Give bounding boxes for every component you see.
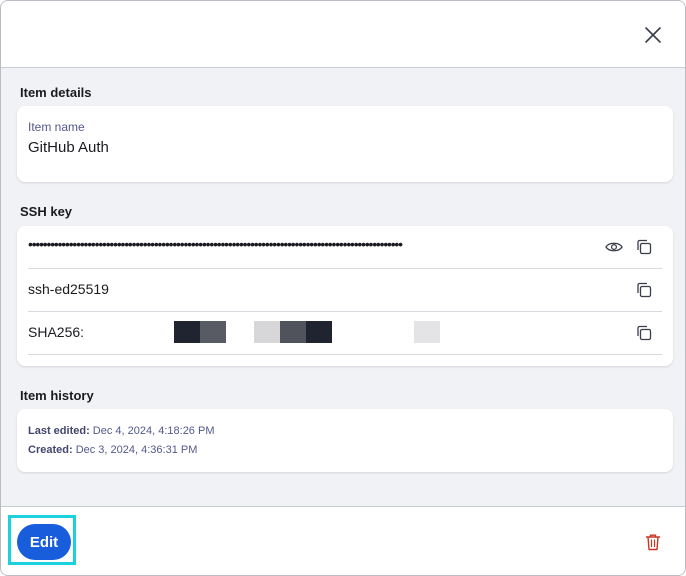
created-label: Created: <box>28 444 73 456</box>
item-name-value[interactable]: GitHub Auth <box>28 139 109 156</box>
copy-private-key-button[interactable] <box>634 237 654 257</box>
ssh-key-card: ••••••••••••••••••••••••••••••••••••••••… <box>17 226 673 366</box>
last-edited-line: Last edited: Dec 4, 2024, 4:18:26 PM <box>28 425 214 437</box>
item-details-title: Item details <box>20 85 92 100</box>
private-key-masked[interactable]: ••••••••••••••••••••••••••••••••••••••••… <box>28 236 600 252</box>
copy-icon <box>637 325 652 341</box>
key-type-row: ssh-ed25519 <box>28 269 662 312</box>
dialog-footer: Edit <box>1 506 685 575</box>
trash-icon <box>645 534 661 551</box>
item-dialog: Item details Item name GitHub Auth SSH k… <box>0 0 686 576</box>
private-key-row: ••••••••••••••••••••••••••••••••••••••••… <box>28 226 662 269</box>
dialog-header <box>1 1 685 68</box>
copy-icon <box>637 282 652 298</box>
key-type-value[interactable]: ssh-ed25519 <box>28 281 109 297</box>
created-line: Created: Dec 3, 2024, 4:36:31 PM <box>28 444 197 456</box>
item-details-card: Item name GitHub Auth <box>17 106 673 182</box>
item-history-title: Item history <box>20 388 94 403</box>
copy-key-type-button[interactable] <box>634 280 654 300</box>
fingerprint-value[interactable]: SHA256: <box>28 324 84 340</box>
last-edited-label: Last edited: <box>28 425 90 437</box>
last-edited-value: Dec 4, 2024, 4:18:26 PM <box>92 425 215 437</box>
reveal-key-button[interactable] <box>604 237 624 257</box>
fingerprint-row: SHA256: <box>28 312 662 355</box>
close-icon <box>645 27 661 43</box>
delete-button[interactable] <box>643 532 663 552</box>
copy-fingerprint-button[interactable] <box>634 323 654 343</box>
close-button[interactable] <box>641 23 665 47</box>
ssh-key-title: SSH key <box>20 204 73 219</box>
copy-icon <box>637 239 652 255</box>
item-name-label: Item name <box>28 120 85 134</box>
created-value: Dec 3, 2024, 4:36:31 PM <box>75 444 198 456</box>
edit-button[interactable]: Edit <box>17 524 71 560</box>
eye-icon <box>605 242 623 252</box>
item-history-card: Last edited: Dec 4, 2024, 4:18:26 PM Cre… <box>17 409 673 472</box>
dialog-body: Item details Item name GitHub Auth SSH k… <box>1 68 685 506</box>
